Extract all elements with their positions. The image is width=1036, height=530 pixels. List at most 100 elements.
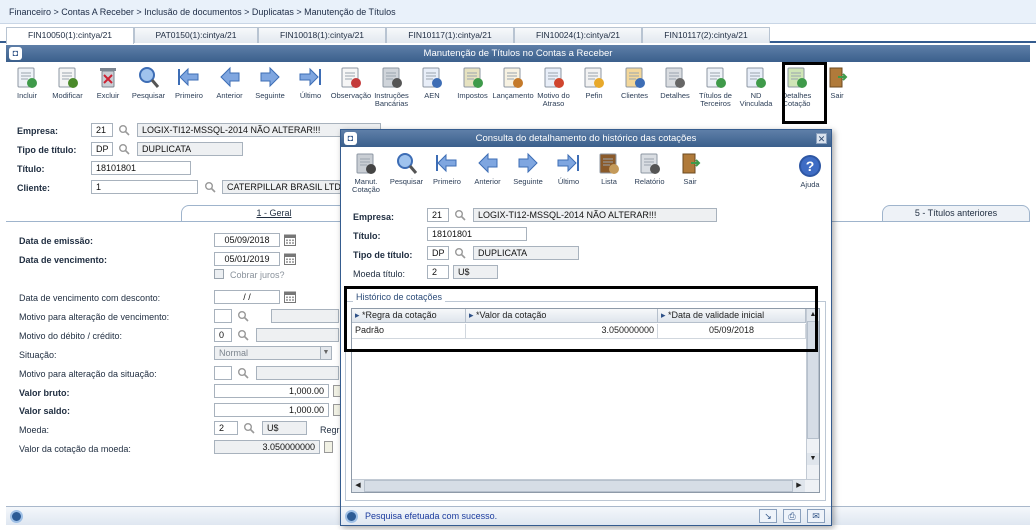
modal-toolbar-lista-button[interactable]: Lista <box>588 151 630 186</box>
main-toolbar-instrucoes-bancarias-button[interactable]: Instruções Bancárias <box>371 65 413 108</box>
modal-empresa-code[interactable]: 21 <box>427 208 449 222</box>
motivo-debito-field[interactable]: 0 <box>214 328 232 342</box>
toolbar-button-label: Sair <box>830 91 844 100</box>
motivo-venc-search-icon[interactable] <box>237 310 249 322</box>
modal-toolbar-sair-button[interactable]: Sair <box>669 151 711 186</box>
motivo-alteracao-venc-field[interactable] <box>214 309 232 323</box>
motivo-situacao-field[interactable] <box>214 366 232 380</box>
data-emissao-field[interactable]: 05/09/2018 <box>214 233 280 247</box>
motivo-debito-label: Motivo do débito / crédito: <box>19 331 123 341</box>
main-toolbar-modificar-button[interactable]: Modificar <box>47 65 89 100</box>
tab-pat0150-1[interactable]: PAT0150(1):cintya/21 <box>134 27 258 43</box>
moeda-search-icon[interactable] <box>243 422 255 434</box>
main-toolbar-clientes-button[interactable]: Clientes <box>614 65 656 100</box>
data-vencimento-label: Data de vencimento: <box>19 255 108 265</box>
modal-titulo-field[interactable]: 18101801 <box>427 227 527 241</box>
venc-desconto-field[interactable]: / / <box>214 290 280 304</box>
toolbar-button-label: Anterior <box>474 177 501 186</box>
main-toolbar-aen-button[interactable]: AEN <box>411 65 453 100</box>
main-toolbar-incluir-button[interactable]: Incluir <box>6 65 48 100</box>
tipo-titulo-search-icon[interactable] <box>118 143 130 155</box>
valor-saldo-field[interactable]: 1,000.00 <box>214 403 329 417</box>
main-toolbar-impostos-button[interactable]: Impostos <box>452 65 494 100</box>
help-button[interactable]: ? Ajuda <box>789 154 831 189</box>
main-toolbar-lancamento-button[interactable]: Lançamento <box>492 65 534 100</box>
calendar-icon[interactable] <box>284 234 296 246</box>
horizontal-scrollbar[interactable]: ◀ ▶ <box>352 479 819 492</box>
expand-arrow-icon[interactable]: ↘ <box>759 509 777 523</box>
main-toolbar-pesquisar-button[interactable]: Pesquisar <box>128 65 170 100</box>
motivo-debito-search-icon[interactable] <box>237 329 249 341</box>
cliente-search-icon[interactable] <box>204 181 216 193</box>
empresa-code-field[interactable]: 21 <box>91 123 113 137</box>
empresa-search-icon[interactable] <box>118 124 130 136</box>
motivo-situacao-desc <box>256 366 339 380</box>
main-toolbar-seguinte-button[interactable]: Seguinte <box>249 65 291 100</box>
main-toolbar-nd-vinculada-button[interactable]: ND Vinculada <box>735 65 777 108</box>
valor-bruto-field[interactable]: 1,000.00 <box>214 384 329 398</box>
modal-empresa-search-icon[interactable] <box>454 209 466 221</box>
motivo-situacao-search-icon[interactable] <box>237 367 249 379</box>
modal-tipo-label: Tipo de título: <box>353 250 413 260</box>
toolbar-button-label: Lançamento <box>492 91 534 100</box>
cliente-code-field[interactable]: 1 <box>91 180 198 194</box>
tab-fin10018-1[interactable]: FIN10018(1):cintya/21 <box>258 27 386 43</box>
main-toolbar-anterior-button[interactable]: Anterior <box>209 65 251 100</box>
main-toolbar-observacao-button[interactable]: Observação <box>330 65 372 100</box>
modal-toolbar-relatorio-button[interactable]: Relatório <box>629 151 671 186</box>
hscrollbar-thumb[interactable] <box>364 480 793 492</box>
close-icon[interactable]: ✕ <box>816 133 827 144</box>
modal-tipo-search-icon[interactable] <box>454 247 466 259</box>
message-icon[interactable]: ✉ <box>807 509 825 523</box>
main-toolbar-excluir-button[interactable]: Excluir <box>87 65 129 100</box>
nd-linked-icon <box>746 67 766 88</box>
moeda-code-field[interactable]: 2 <box>214 421 238 435</box>
folder-tab-titulos-anteriores[interactable]: 5 - Títulos anteriores <box>882 205 1030 222</box>
chevron-down-icon[interactable]: ▼ <box>320 347 331 359</box>
print-icon[interactable]: ⎙ <box>783 509 801 523</box>
modal-moeda-code[interactable]: 2 <box>427 265 449 279</box>
main-toolbar-primeiro-button[interactable]: Primeiro <box>168 65 210 100</box>
data-vencimento-field[interactable]: 05/01/2019 <box>214 252 280 266</box>
modal-toolbar-seguinte-button[interactable]: Seguinte <box>507 151 549 186</box>
main-toolbar-ultimo-button[interactable]: Último <box>290 65 332 100</box>
next-arrow-icon <box>518 152 538 174</box>
tipo-titulo-code-field[interactable]: DP <box>91 142 113 156</box>
window-app-icon: ◘ <box>9 47 22 60</box>
toolbar-button-label: Pefin <box>585 91 603 100</box>
scroll-down-icon[interactable]: ▼ <box>807 453 819 465</box>
calendar-icon[interactable] <box>284 253 296 265</box>
main-toolbar-motivo-do-atraso-button[interactable]: Motivo do Atraso <box>533 65 575 108</box>
titulo-field[interactable]: 18101801 <box>91 161 191 175</box>
status-globe-icon <box>10 510 23 523</box>
situacao-select[interactable]: Normal <box>214 346 332 360</box>
modal-empresa-name: LOGIX-TI12-MSSQL-2014 NÃO ALTERAR!!! <box>473 208 717 222</box>
tab-fin10024-1[interactable]: FIN10024(1):cintya/21 <box>514 27 642 43</box>
motivo-alteracao-venc-desc <box>271 309 339 323</box>
modal-toolbar-ultimo-button[interactable]: Último <box>548 151 590 186</box>
tab-fin10050-1[interactable]: FIN10050(1):cintya/21 <box>6 27 134 44</box>
main-toolbar-pefin-button[interactable]: Pefin <box>573 65 615 100</box>
main-toolbar-detalhes-button[interactable]: Detalhes <box>654 65 696 100</box>
modal-tipo-code[interactable]: DP <box>427 246 449 260</box>
main-window-title: Manutenção de Títulos no Contas a Recebe… <box>423 48 613 59</box>
tab-fin10117-2[interactable]: FIN10117(2):cintya/21 <box>642 27 770 43</box>
calculator-icon[interactable] <box>324 441 333 453</box>
modal-toolbar-pesquisar-button[interactable]: Pesquisar <box>386 151 428 186</box>
modal-toolbar-anterior-button[interactable]: Anterior <box>467 151 509 186</box>
calendar-icon[interactable] <box>284 291 296 303</box>
modal-toolbar-manut-cotacao-button[interactable]: Manut. Cotação <box>345 151 387 194</box>
situacao-label: Situação: <box>19 350 57 360</box>
toolbar-button-label: Motivo do Atraso <box>537 91 570 108</box>
main-toolbar-titulos-de-terceiros-button[interactable]: Títulos de Terceiros <box>695 65 737 108</box>
scroll-left-icon[interactable]: ◀ <box>352 480 364 492</box>
modal-toolbar-primeiro-button[interactable]: Primeiro <box>426 151 468 186</box>
main-window-title-bar: ◘ Manutenção de Títulos no Contas a Rece… <box>6 45 1030 62</box>
motivo-alteracao-venc-label: Motivo para alteração de vencimento: <box>19 312 170 322</box>
toolbar-button-label: Instruções Bancárias <box>374 91 409 108</box>
tab-fin10117-1[interactable]: FIN10117(1):cintya/21 <box>386 27 514 43</box>
cobrar-juros-checkbox[interactable] <box>214 269 224 279</box>
window-app-icon: ◘ <box>344 132 357 145</box>
program-tabs: FIN10050(1):cintya/21 PAT0150(1):cintya/… <box>0 26 1036 44</box>
scroll-right-icon[interactable]: ▶ <box>793 480 805 492</box>
